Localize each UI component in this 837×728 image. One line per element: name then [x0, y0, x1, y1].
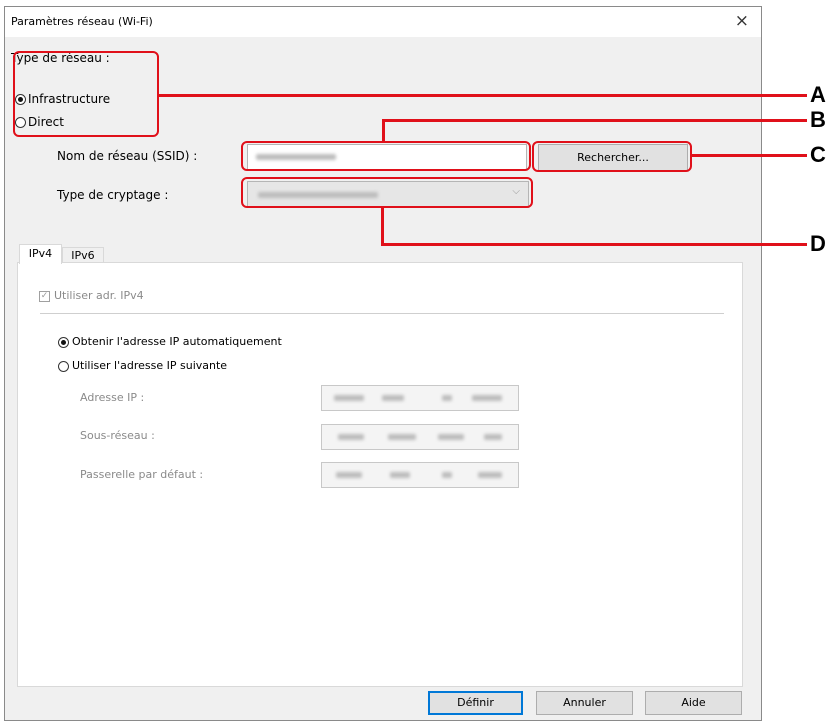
callout-d: D	[810, 231, 826, 256]
subnet-label: Sous-réseau :	[80, 429, 155, 442]
callout-line-a	[159, 94, 807, 97]
callout-box-a	[13, 51, 159, 137]
radio-manual-ip[interactable]	[58, 361, 69, 372]
separator	[40, 313, 724, 314]
callout-box-d	[241, 177, 533, 208]
manual-ip-label: Utiliser l'adresse IP suivante	[72, 359, 228, 372]
use-ipv4-checkbox[interactable]: ✓	[39, 291, 50, 302]
gateway-label: Passerelle par défaut :	[80, 468, 204, 481]
callout-box-c	[532, 141, 692, 172]
callout-line-c	[692, 154, 807, 157]
title-bar: Paramètres réseau (Wi-Fi) ×	[5, 7, 761, 37]
window-title: Paramètres réseau (Wi-Fi)	[11, 15, 153, 28]
callout-vline-d	[381, 208, 384, 246]
callout-box-b	[241, 141, 531, 171]
define-button[interactable]: Définir	[428, 691, 523, 715]
callout-vline-b	[382, 120, 385, 141]
help-button[interactable]: Aide	[645, 691, 742, 715]
ssid-label: Nom de réseau (SSID) :	[57, 149, 198, 163]
tab-ipv4[interactable]: IPv4	[19, 244, 62, 264]
ipv4-tab-panel: ✓ Utiliser adr. IPv4 Obtenir l'adresse I…	[17, 262, 743, 687]
callout-line-d	[381, 243, 807, 246]
callout-line-b	[382, 119, 807, 122]
close-icon[interactable]: ×	[735, 11, 749, 31]
subnet-field	[321, 424, 519, 450]
callout-c: C	[810, 142, 826, 167]
callout-b: B	[810, 107, 826, 132]
use-ipv4-label: Utiliser adr. IPv4	[54, 289, 144, 302]
callout-a: A	[810, 82, 826, 107]
ip-address-field	[321, 385, 519, 411]
encryption-label: Type de cryptage :	[57, 188, 169, 202]
gateway-field	[321, 462, 519, 488]
radio-auto-ip[interactable]	[58, 337, 69, 348]
cancel-button[interactable]: Annuler	[536, 691, 633, 715]
ip-address-label: Adresse IP :	[80, 391, 145, 404]
auto-ip-label: Obtenir l'adresse IP automatiquement	[72, 335, 282, 348]
